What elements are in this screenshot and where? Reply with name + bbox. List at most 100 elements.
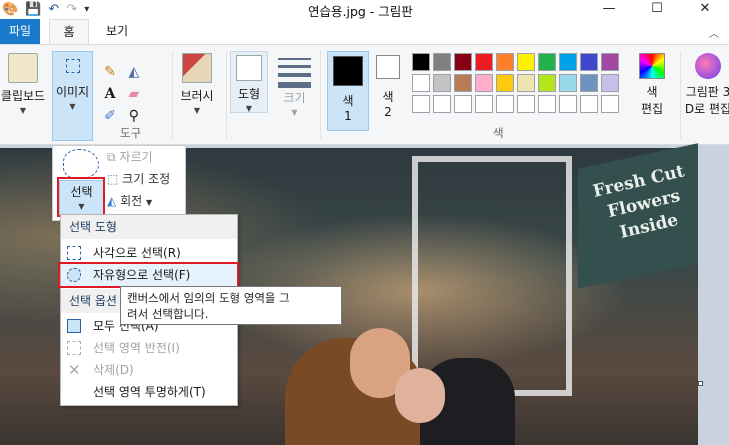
palette-swatch[interactable] [601, 95, 619, 113]
magnifier-icon[interactable]: ⚲ [124, 105, 144, 127]
colors-group-label: 색 [493, 126, 504, 140]
palette-swatch[interactable] [601, 53, 619, 71]
clipboard-icon [8, 53, 38, 83]
delete-icon: ✕ [68, 361, 81, 379]
palette-swatch[interactable] [517, 95, 535, 113]
save-icon[interactable]: 💾 [25, 2, 41, 17]
size-icon[interactable] [278, 58, 311, 93]
invert-select-item[interactable]: 선택 영역 반전(I) [61, 337, 237, 359]
palette-swatch[interactable] [475, 95, 493, 113]
size-label: 크기 [283, 91, 306, 105]
palette-swatch[interactable] [433, 95, 451, 113]
resize-label: 크기 조정 [122, 172, 171, 186]
palette-swatch[interactable] [433, 74, 451, 92]
palette-swatch[interactable] [496, 74, 514, 92]
palette-swatch[interactable] [601, 74, 619, 92]
shapes-button[interactable]: 도형 ▼ [230, 51, 268, 113]
paint3d-icon [695, 53, 721, 79]
palette-swatch[interactable] [496, 95, 514, 113]
tab-view[interactable]: 보기 [97, 19, 137, 44]
group-separator [226, 51, 227, 139]
shapes-label: 도형 [237, 87, 261, 101]
palette-swatch[interactable] [517, 74, 535, 92]
title-bar: 🎨 💾 ↶ ↷ ▾ 연습용.jpg - 그림판 — ☐ ✕ [0, 0, 729, 19]
palette-swatch[interactable] [559, 53, 577, 71]
palette-swatch[interactable] [475, 53, 493, 71]
size-button[interactable]: 크기 ▼ [278, 89, 311, 117]
undo-icon[interactable]: ↶ [48, 2, 59, 17]
maximize-icon[interactable]: ☐ [633, 0, 681, 17]
rect-select-item[interactable]: 사각으로 선택(R) [61, 242, 237, 264]
ribbon: 클립보드 ▼ 이미지 ▼ ✎ ◭ A ▰ ✐ ⚲ 도구 브러시 ▼ 도형 ▼ 크… [0, 44, 729, 145]
free-select-highlight-box [58, 262, 239, 288]
palette-swatch[interactable] [412, 53, 430, 71]
rainbow-icon [639, 53, 665, 79]
palette-swatch[interactable] [496, 53, 514, 71]
tooltip-line-2: 려서 선택합니다. [127, 307, 209, 321]
edit-colors-label-2: 편집 [640, 102, 664, 116]
customize-toolbar-icon[interactable]: ▾ [84, 4, 89, 15]
color1-num: 1 [344, 109, 352, 123]
chevron-down-icon: ▼ [145, 198, 153, 207]
edit-colors-button[interactable]: 색 편집 [634, 53, 670, 117]
crop-button[interactable]: ⧉ 자르기 [107, 148, 153, 165]
palette-swatch[interactable] [538, 95, 556, 113]
color2-num: 2 [384, 105, 392, 119]
color1-button[interactable]: 색 1 [327, 51, 369, 131]
palette-swatch[interactable] [580, 95, 598, 113]
palette-swatch[interactable] [454, 74, 472, 92]
palette-swatch[interactable] [475, 74, 493, 92]
group-separator [320, 51, 321, 139]
palette-swatch[interactable] [580, 53, 598, 71]
resize-handle[interactable] [698, 381, 703, 386]
image-button[interactable]: 이미지 ▼ [52, 51, 93, 141]
palette-swatch[interactable] [433, 53, 451, 71]
color2-swatch [376, 55, 400, 79]
ribbon-tabs: 파일 홈 보기 ︿ [0, 19, 729, 45]
color2-button[interactable]: 색 2 [373, 55, 403, 119]
clipboard-button[interactable]: 클립보드 ▼ [0, 53, 46, 115]
window-title: 연습용.jpg - 그림판 [308, 4, 413, 19]
delete-item[interactable]: ✕ 삭제(D) [61, 359, 237, 381]
tab-file[interactable]: 파일 [0, 19, 40, 44]
collapse-ribbon-icon[interactable]: ︿ [709, 25, 719, 40]
brush-icon [182, 53, 212, 83]
palette-swatch[interactable] [559, 74, 577, 92]
redo-icon[interactable]: ↷ [66, 2, 77, 17]
palette-swatch[interactable] [580, 74, 598, 92]
transparent-select-item[interactable]: 선택 영역 투명하게(T) [61, 381, 237, 403]
eraser-icon[interactable]: ▰ [124, 83, 144, 105]
paint-window: 🎨 💾 ↶ ↷ ▾ 연습용.jpg - 그림판 — ☐ ✕ 파일 홈 보기 ︿ … [0, 0, 729, 445]
paint3d-label-1: 그림판 3 [685, 85, 729, 99]
transparent-select-label: 선택 영역 투명하게(T) [93, 385, 206, 399]
select-all-icon [67, 319, 81, 333]
resize-button[interactable]: ⬚ 크기 조정 [107, 170, 170, 187]
palette-swatch[interactable] [538, 53, 556, 71]
brush-label: 브러시 [180, 89, 214, 103]
palette-swatch[interactable] [412, 74, 430, 92]
brush-button[interactable]: 브러시 ▼ [176, 53, 218, 115]
paint3d-button[interactable]: 그림판 3 D로 편집 [684, 53, 729, 117]
palette-swatch[interactable] [559, 95, 577, 113]
palette-swatch[interactable] [538, 74, 556, 92]
palette-swatch[interactable] [517, 53, 535, 71]
close-icon[interactable]: ✕ [681, 0, 729, 17]
palette-swatch[interactable] [412, 95, 430, 113]
text-icon[interactable]: A [100, 83, 120, 105]
tools-group-label: 도구 [120, 126, 142, 140]
color-picker-icon[interactable]: ✐ [100, 105, 120, 127]
tooltip: 캔버스에서 임의의 도형 영역을 그 려서 선택합니다. [120, 286, 342, 325]
rotate-button[interactable]: ◭ 회전 ▼ [107, 192, 152, 209]
shapes-icon [236, 55, 262, 81]
tools-grid: ✎ ◭ A ▰ ✐ ⚲ [100, 61, 166, 127]
paint3d-label-2: D로 편집 [684, 102, 729, 116]
color1-swatch [333, 56, 363, 86]
palette-swatch[interactable] [454, 53, 472, 71]
pencil-icon[interactable]: ✎ [100, 61, 120, 83]
group-separator [172, 51, 173, 139]
fill-icon[interactable]: ◭ [124, 61, 144, 83]
tab-home[interactable]: 홈 [49, 19, 89, 45]
minimize-icon[interactable]: — [585, 0, 633, 17]
palette-swatch[interactable] [454, 95, 472, 113]
group-separator [680, 51, 681, 139]
